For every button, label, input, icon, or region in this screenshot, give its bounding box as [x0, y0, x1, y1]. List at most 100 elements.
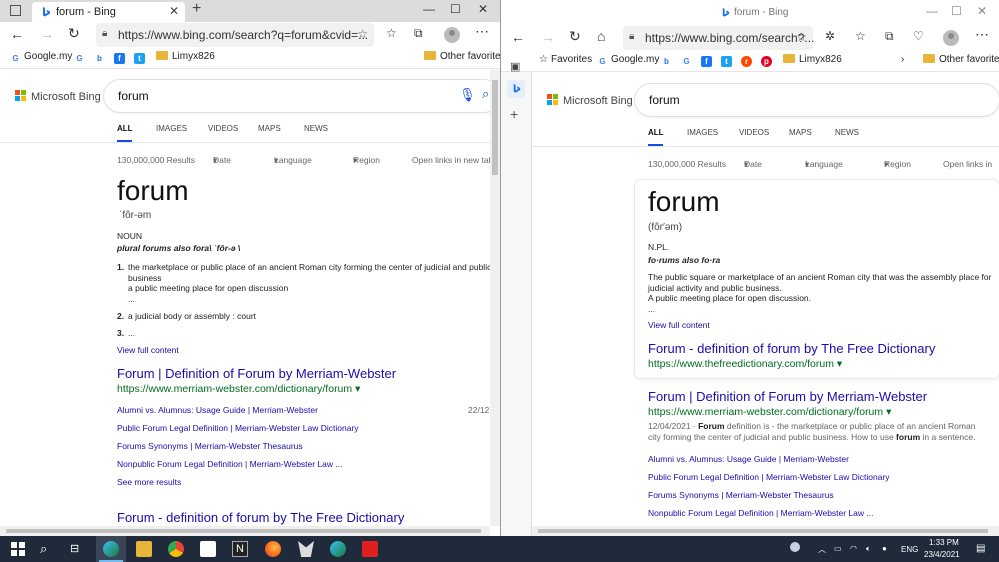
- tab-videos[interactable]: VIDEOS: [208, 124, 238, 133]
- tab-all[interactable]: ALL: [648, 128, 664, 137]
- card-url-free-dictionary[interactable]: https://www.thefreedictionary.com/forum …: [648, 358, 842, 370]
- open-links-new-tab[interactable]: Open links in: [943, 159, 992, 169]
- sublink-nonpublic[interactable]: Nonpublic Forum Legal Definition | Merri…: [117, 459, 343, 469]
- view-full-content-link[interactable]: View full content: [648, 320, 710, 330]
- tab-images[interactable]: IMAGES: [156, 124, 187, 133]
- sublink-synonyms[interactable]: Forums Synonyms | Merriam-Webster Thesau…: [117, 441, 303, 451]
- sublink-alumni[interactable]: Alumni vs. Alumnus: Usage Guide | Merria…: [117, 405, 318, 415]
- taskbar-edge-active[interactable]: [96, 536, 126, 562]
- profile-avatar[interactable]: [943, 30, 959, 46]
- close-window-icon[interactable]: ✕: [478, 2, 488, 16]
- store-icon[interactable]: [200, 541, 216, 557]
- firefox-icon[interactable]: [265, 541, 281, 557]
- extensions-icon[interactable]: ✲: [825, 29, 835, 43]
- filter-region[interactable]: Region ▾: [884, 159, 911, 170]
- fav-facebook[interactable]: f: [701, 54, 715, 67]
- network-icon[interactable]: ◠: [850, 544, 857, 553]
- tray-chevron-icon[interactable]: ︿: [818, 544, 826, 555]
- right-address-bar[interactable]: 🔒︎ https://www.bing.com/search?... ☆: [623, 26, 814, 50]
- favorite-star-icon[interactable]: ☆: [796, 30, 807, 44]
- filter-language[interactable]: Language ▾: [805, 159, 843, 170]
- result-url-merriam-webster[interactable]: https://www.merriam-webster.com/dictiona…: [117, 383, 360, 395]
- collections-icon[interactable]: ⧉: [885, 29, 894, 44]
- filter-language[interactable]: Language ▾: [274, 155, 312, 166]
- fav-facebook[interactable]: f: [114, 51, 128, 64]
- weather-icon[interactable]: [790, 542, 800, 552]
- fav-twitter[interactable]: t: [134, 51, 148, 64]
- notion-icon[interactable]: N: [232, 541, 248, 557]
- right-horizontal-scrollbar[interactable]: [532, 526, 999, 536]
- volume-icon[interactable]: 🔈︎: [866, 544, 871, 554]
- tab-maps[interactable]: MAPS: [789, 128, 812, 137]
- see-more-results-link[interactable]: See more results: [117, 477, 181, 487]
- tab-actions-icon[interactable]: [10, 5, 21, 16]
- forward-icon[interactable]: →: [40, 26, 54, 42]
- sublink-alumni[interactable]: Alumni vs. Alumnus: Usage Guide | Merria…: [648, 454, 849, 464]
- fav-folder-limyx[interactable]: Limyx826: [156, 51, 215, 62]
- refresh-icon[interactable]: ↻: [569, 28, 581, 45]
- sublink-public-forum[interactable]: Public Forum Legal Definition | Merriam-…: [648, 472, 890, 482]
- microphone-icon[interactable]: 🎙︎: [459, 87, 476, 103]
- sublink-synonyms[interactable]: Forums Synonyms | Merriam-Webster Thesau…: [648, 490, 834, 500]
- sidebar-tab-icon[interactable]: ▣: [510, 60, 520, 73]
- tab-all[interactable]: ALL: [117, 124, 133, 133]
- fav-twitter[interactable]: t: [721, 54, 735, 67]
- close-tab-icon[interactable]: ✕: [169, 4, 179, 18]
- view-full-content-link[interactable]: View full content: [117, 345, 179, 355]
- chrome-icon[interactable]: [168, 541, 184, 557]
- fav-bing[interactable]: b: [94, 51, 108, 64]
- other-favorites[interactable]: Other favorites: [923, 54, 999, 65]
- task-view-icon[interactable]: ⊟: [70, 542, 79, 555]
- collections-icon[interactable]: ⧉: [414, 26, 423, 41]
- favorites-button[interactable]: ☆ Favorites: [539, 54, 592, 65]
- tab-news[interactable]: NEWS: [304, 124, 328, 133]
- left-search-box[interactable]: forum 🎙︎ ⌕: [104, 80, 500, 112]
- fav-google-my[interactable]: G Google.my: [10, 51, 72, 64]
- fav-google-my[interactable]: G Google.my: [597, 54, 659, 67]
- back-icon[interactable]: ←: [511, 29, 525, 45]
- refresh-icon[interactable]: ↻: [68, 25, 80, 42]
- browser-essentials-icon[interactable]: ♡: [913, 29, 924, 43]
- tab-maps[interactable]: MAPS: [258, 124, 281, 133]
- maximize-icon[interactable]: ☐: [450, 2, 461, 16]
- notifications-icon[interactable]: ▤: [976, 543, 985, 554]
- chevron-right-icon[interactable]: ›: [901, 54, 904, 65]
- bing-logo[interactable]: Microsoft Bing: [15, 90, 101, 103]
- filter-region[interactable]: Region ▾: [353, 155, 380, 166]
- battery-icon[interactable]: ▭: [834, 544, 842, 553]
- result-title-merriam-webster[interactable]: Forum | Definition of Forum by Merriam-W…: [117, 366, 396, 381]
- close-window-icon[interactable]: ✕: [977, 4, 987, 18]
- language-indicator[interactable]: ENG: [901, 545, 918, 554]
- clock-time[interactable]: 1:33 PM: [929, 538, 959, 547]
- sidebar-bing-item[interactable]: [507, 80, 525, 98]
- profile-avatar[interactable]: [444, 27, 460, 43]
- favorites-list-icon[interactable]: ☆: [386, 26, 397, 40]
- favorite-star-icon[interactable]: ☆: [357, 27, 368, 41]
- more-menu-icon[interactable]: ⋯: [975, 26, 989, 43]
- filter-date[interactable]: Date ▾: [213, 155, 231, 166]
- tab-videos[interactable]: VIDEOS: [739, 128, 769, 137]
- left-tab[interactable]: forum - Bing ✕: [32, 2, 185, 22]
- left-horizontal-scrollbar[interactable]: [0, 526, 490, 536]
- file-explorer-icon[interactable]: [136, 541, 152, 557]
- clock-date[interactable]: 23/4/2021: [924, 550, 960, 559]
- new-tab-icon[interactable]: +: [192, 0, 201, 18]
- fav-pinterest[interactable]: p: [761, 54, 775, 67]
- left-scroll-thumb[interactable]: [492, 80, 498, 175]
- visual-search-icon[interactable]: ⌕: [482, 86, 489, 102]
- filter-date[interactable]: Date ▾: [744, 159, 762, 170]
- wolf-app-icon[interactable]: [298, 541, 314, 557]
- result-title-merriam-webster[interactable]: Forum | Definition of Forum by Merriam-W…: [648, 389, 927, 404]
- more-menu-icon[interactable]: ⋯: [475, 23, 489, 40]
- edge-dev-icon[interactable]: [330, 541, 346, 557]
- minimize-icon[interactable]: —: [423, 2, 435, 16]
- result-url-merriam-webster[interactable]: https://www.merriam-webster.com/dictiona…: [648, 406, 891, 418]
- left-vertical-scrollbar[interactable]: [490, 70, 500, 526]
- card-title-free-dictionary[interactable]: Forum - definition of forum by The Free …: [648, 341, 935, 356]
- acrobat-icon[interactable]: [362, 541, 378, 557]
- fav-folder-limyx[interactable]: Limyx826: [783, 54, 842, 65]
- sidebar-add-icon[interactable]: +: [510, 106, 518, 122]
- result-title-free-dictionary[interactable]: Forum - definition of forum by The Free …: [117, 510, 404, 525]
- left-address-bar[interactable]: 🔒︎ https://www.bing.com/search?q=forum&c…: [96, 23, 374, 47]
- search-icon[interactable]: ⌕: [40, 541, 47, 557]
